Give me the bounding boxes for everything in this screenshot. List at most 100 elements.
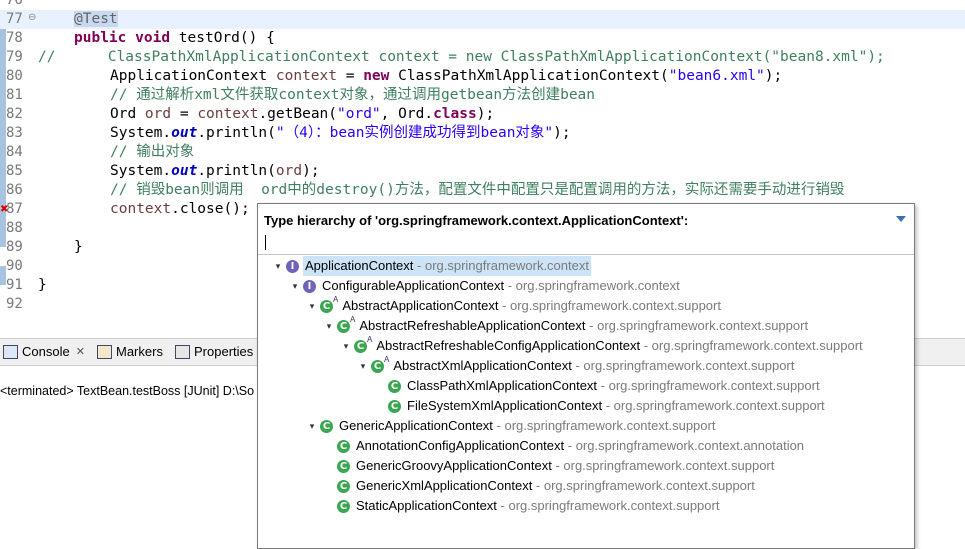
tree-node[interactable]: ▾ AAbstractRefreshableApplicationContext … — [323, 315, 810, 337]
tree-node[interactable]: FileSystemXmlApplicationContext - org.sp… — [374, 396, 827, 417]
code-line: 78 public void testOrd() { — [0, 29, 965, 48]
tab-label: Markers — [116, 344, 163, 359]
view-menu-icon[interactable] — [896, 216, 906, 222]
package-name: - org.springframework.context.support — [571, 358, 795, 373]
code-line: 80 ApplicationContext context = new Clas… — [0, 67, 965, 86]
expand-arrow-icon[interactable]: ▾ — [272, 256, 284, 276]
code-line: 83 System.out.println("（4）：bean实例创建成功得到b… — [0, 124, 965, 143]
tree-node-label: AbstractApplicationContext - org.springf… — [340, 296, 723, 316]
expand-arrow-icon[interactable]: ▾ — [289, 276, 301, 296]
tab-label: Properties — [194, 344, 254, 359]
class-icon — [354, 337, 367, 357]
tree-node[interactable]: ▾ GenericApplicationContext - org.springf… — [306, 416, 717, 437]
tree-node-label: AbstractRefreshableApplicationContext - … — [357, 316, 810, 336]
package-name: - org.springframework.context.support — [551, 458, 775, 473]
package-name: - org.springframework.context.support — [496, 498, 720, 513]
popup-title: Type hierarchy of 'org.springframework.c… — [264, 213, 689, 228]
tab-label: Console — [22, 344, 70, 359]
abstract-marker-icon: A — [333, 295, 339, 304]
code-text: // ClassPathXmlApplicationContext contex… — [38, 49, 885, 65]
type-name: StaticApplicationContext — [356, 498, 497, 513]
tree-node[interactable]: AnnotationConfigApplicationContext - org… — [323, 436, 806, 457]
class-icon — [320, 417, 333, 437]
line-number: 79 — [6, 49, 23, 65]
package-name: - org.springframework.context.support — [597, 378, 820, 393]
tab-console[interactable]: Console ✕ — [3, 343, 85, 361]
class-icon — [388, 377, 401, 397]
line-number: 91 — [6, 277, 23, 293]
properties-icon — [175, 345, 190, 359]
type-name: GenericXmlApplicationContext — [356, 478, 533, 493]
tree-node[interactable]: ▾ AAbstractApplicationContext - org.sprin… — [306, 295, 723, 317]
package-name: - org.springframework.context — [504, 278, 680, 293]
abstract-marker-icon: A — [350, 315, 356, 324]
tree-node-label: ConfigurableApplicationContext - org.spr… — [320, 276, 682, 296]
class-icon — [388, 397, 401, 417]
tree-node[interactable]: GenericGroovyApplicationContext - org.sp… — [323, 456, 776, 477]
code-text: // 通过解析xml文件获取context对象，通过调用getbean方法创建b… — [110, 87, 596, 103]
package-name: - org.springframework.context.support — [498, 298, 721, 313]
line-number: 76 — [6, 0, 23, 8]
package-name: - org.springframework.context.support — [532, 478, 755, 493]
line-number: 92 — [6, 296, 23, 312]
type-name: AbstractRefreshableApplicationContext — [359, 318, 586, 333]
code-text: System.out.println("（4）：bean实例创建成功得到bean… — [110, 125, 571, 141]
line-number: 80 — [6, 68, 23, 84]
close-icon[interactable]: ✕ — [76, 343, 85, 361]
annotation-token: @Test — [74, 11, 118, 27]
fold-collapse-icon[interactable]: ⊖ — [28, 12, 36, 23]
code-line: 77 ⊖ @Test — [0, 10, 965, 29]
line-number: 90 — [6, 258, 23, 274]
type-hierarchy-popup[interactable]: Type hierarchy of 'org.springframework.c… — [257, 203, 915, 549]
package-name: - org.springframework.context.support — [492, 418, 716, 433]
tree-node-label: FileSystemXmlApplicationContext - org.sp… — [405, 396, 827, 416]
class-icon — [320, 297, 333, 317]
tree-node[interactable]: GenericXmlApplicationContext - org.sprin… — [323, 476, 757, 497]
tree-node[interactable]: ▾ AAbstractXmlApplicationContext - org.sp… — [357, 355, 796, 377]
code-line: 84 // 输出对象 — [0, 143, 965, 162]
tree-node[interactable]: ▾ ConfigurableApplicationContext - org.sp… — [289, 276, 682, 297]
expand-arrow-icon[interactable]: ▾ — [340, 336, 352, 356]
line-number: 83 — [6, 125, 23, 141]
tab-properties[interactable]: Properties — [175, 343, 253, 361]
type-name: FileSystemXmlApplicationContext — [407, 398, 603, 413]
tree-node-label: GenericGroovyApplicationContext - org.sp… — [354, 456, 776, 476]
class-icon — [371, 357, 384, 377]
type-name: GenericGroovyApplicationContext — [356, 458, 552, 473]
line-number: 77 — [6, 11, 23, 27]
class-icon — [337, 437, 350, 457]
tree-node[interactable]: ▾ ApplicationContext - org.springframewor… — [272, 256, 591, 277]
tree-node-label: AnnotationConfigApplicationContext - org… — [354, 436, 806, 456]
tree-node-label: ClassPathXmlApplicationContext - org.spr… — [405, 376, 822, 396]
tree-node[interactable]: StaticApplicationContext - org.springfra… — [323, 496, 721, 517]
code-text: @Test — [74, 10, 118, 29]
expand-arrow-icon[interactable]: ▾ — [357, 356, 369, 376]
code-text: Ord ord = context.getBean("ord", Ord.cla… — [110, 106, 495, 122]
interface-icon — [286, 257, 299, 277]
expand-arrow-icon[interactable]: ▾ — [306, 416, 318, 436]
tree-node[interactable]: ▾ AAbstractRefreshableConfigApplicationCo… — [340, 335, 865, 357]
code-text: // 销毁bean则调用 ord中的destroy()方法，配置文件中配置只是配… — [110, 182, 845, 198]
console-icon — [3, 345, 18, 359]
package-name: - org.springframework.context.support — [602, 398, 825, 413]
code-text: context.close(); — [110, 201, 250, 217]
tree-node[interactable]: ClassPathXmlApplicationContext - org.spr… — [374, 376, 822, 397]
divider — [258, 254, 914, 255]
expand-arrow-icon[interactable]: ▾ — [306, 296, 318, 316]
code-text: } — [38, 277, 47, 293]
console-status-text: <terminated> TextBean.testBoss [JUnit] D… — [0, 384, 255, 398]
expand-arrow-icon[interactable]: ▾ — [323, 316, 335, 336]
tree-node-label: ApplicationContext - org.springframework… — [303, 256, 591, 276]
class-icon — [337, 497, 350, 517]
tree-node-label: StaticApplicationContext - org.springfra… — [354, 496, 721, 516]
code-text: ApplicationContext context = new ClassPa… — [110, 68, 783, 84]
package-name: - org.springframework.context.support — [585, 318, 809, 333]
code-line: 79 // ClassPathXmlApplicationContext con… — [0, 48, 965, 67]
filter-input[interactable] — [263, 233, 907, 252]
code-line: 86 // 销毁bean则调用 ord中的destroy()方法，配置文件中配置… — [0, 181, 965, 200]
tab-markers[interactable]: Markers — [97, 343, 163, 361]
line-number: 85 — [6, 163, 23, 179]
package-name: - org.springframework.context.support — [640, 338, 863, 353]
type-name: AbstractRefreshableConfigApplicationCont… — [376, 338, 641, 353]
abstract-marker-icon: A — [384, 355, 390, 364]
